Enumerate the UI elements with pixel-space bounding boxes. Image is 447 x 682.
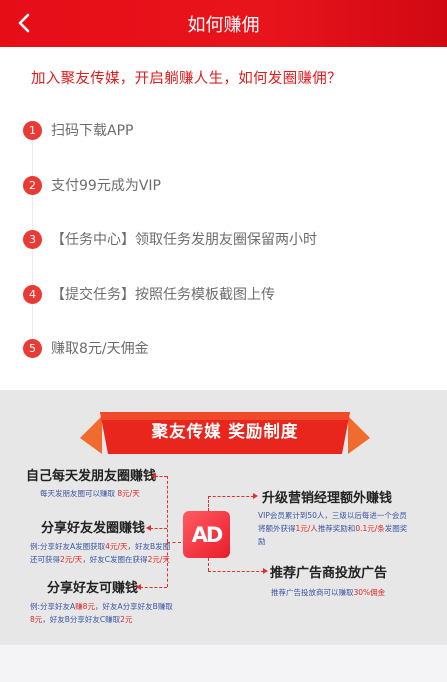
arrow-left-icon [136,584,141,590]
reward-banner-title: 聚友传媒 奖励制度 [151,422,299,441]
connector-line [167,476,168,542]
ad-logo: AD [183,511,230,558]
reward-heading-share-post: 分享好友发圈赚钱 [41,521,146,536]
step-label: 扫码下载APP [51,123,134,139]
reward-heading-upgrade-manager: 升级营销经理额外赚钱 [262,491,393,506]
bottom-spacer [0,645,447,682]
connector-line [167,542,168,587]
reward-desc-upgrade-manager: VIP会员累计到50人，三级以后每进一个会员 将额外获得1元/人推荐奖励和0.1… [258,511,408,546]
connector-line [140,587,167,588]
step-label: 【提交任务】按照任务模板截图上传 [51,287,275,303]
step-4: 4 【提交任务】按照任务模板截图上传 [23,283,275,305]
arrow-right-icon [253,493,258,499]
reward-heading-advertiser: 推荐广告商投放广告 [270,566,388,581]
reward-desc-self-post: 每天发朋友圈可以赚取 8元/天 [40,489,140,498]
step-5: 5 赚取8元/天佣金 [23,337,149,359]
connector-line [208,571,264,572]
connector-line [208,496,209,511]
top-bar: 如何赚佣 [0,0,447,47]
connector-line [155,476,167,477]
step-label: 赚取8元/天佣金 [51,341,149,357]
step-label: 支付99元成为VIP [51,178,161,194]
step-number-badge: 1 [23,120,42,140]
step-label: 【任务中心】领取任务发朋友圈保留两小时 [51,232,317,248]
step-number-badge: 3 [23,229,42,249]
connector-line [208,558,209,571]
reward-desc-share-post: 例:分享好友A发圈获取4元/天，好友B发圈 还可获得2元/天，好友C发圈在获得2… [30,542,171,564]
arrow-right-icon [263,568,268,574]
arrow-left-icon [146,525,151,531]
step-3: 3 【任务中心】领取任务发朋友圈保留两小时 [23,228,317,250]
reward-desc-share-friend: 例:分享好友A赚8元，好友A分享好友B赚取 8元，好友B分享好友C赚取2元 [30,602,173,624]
step-number-badge: 5 [23,338,42,358]
connector-line [167,542,181,543]
step-1: 1 扫码下载APP [23,119,133,141]
reward-desc-advertiser: 推荐广告投放商可以赚取30%佣金 [271,588,386,597]
connector-line [150,528,167,529]
step-number-badge: 4 [23,284,42,304]
page-title: 如何赚佣 [187,15,260,36]
headline: 加入聚友传媒，开启躺赚人生，如何发圈赚佣？ [31,71,342,87]
connector-line [208,496,254,497]
reward-heading-self-post: 自己每天发朋友圈赚钱 [26,469,157,484]
reward-system-section: 聚友传媒 奖励制度 自己每天发朋友圈赚钱 每天发朋友圈可以赚取 8元/天 分享好… [0,390,447,645]
step-2: 2 支付99元成为VIP [23,174,161,196]
reward-heading-share-friend: 分享好友可赚钱 [47,581,139,596]
step-number-badge: 2 [23,175,42,195]
steps-section: 加入聚友传媒，开启躺赚人生，如何发圈赚佣？ 1 扫码下载APP 2 支付99元成… [0,47,447,390]
arrow-left-icon [151,473,156,479]
